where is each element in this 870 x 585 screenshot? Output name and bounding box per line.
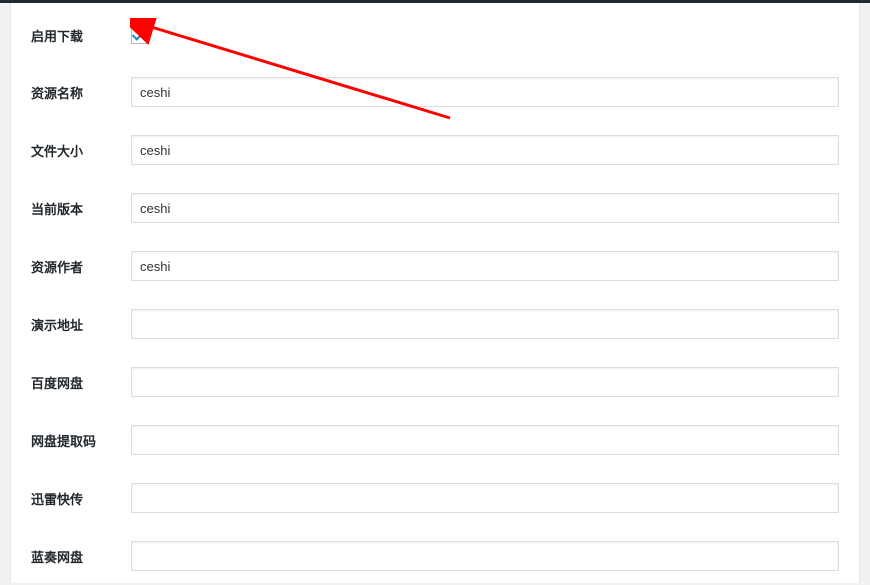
resource-name-label: 资源名称: [31, 83, 131, 102]
row-lanzou: 蓝奏网盘: [31, 527, 839, 585]
row-baidu-pan: 百度网盘: [31, 353, 839, 411]
xunlei-label: 迅雷快传: [31, 489, 131, 508]
row-xunlei: 迅雷快传: [31, 469, 839, 527]
pan-code-input[interactable]: [131, 425, 839, 455]
xunlei-input[interactable]: [131, 483, 839, 513]
row-current-version: 当前版本: [31, 179, 839, 237]
row-file-size: 文件大小: [31, 121, 839, 179]
file-size-input[interactable]: [131, 135, 839, 165]
row-pan-code: 网盘提取码: [31, 411, 839, 469]
lanzou-input[interactable]: [131, 541, 839, 571]
enable-download-checkbox[interactable]: [131, 28, 147, 44]
current-version-input[interactable]: [131, 193, 839, 223]
resource-name-input[interactable]: [131, 77, 839, 107]
file-size-label: 文件大小: [31, 141, 131, 160]
resource-author-label: 资源作者: [31, 257, 131, 276]
row-demo-url: 演示地址: [31, 295, 839, 353]
row-resource-author: 资源作者: [31, 237, 839, 295]
lanzou-label: 蓝奏网盘: [31, 547, 131, 566]
demo-url-input[interactable]: [131, 309, 839, 339]
row-enable-download: 启用下载: [31, 15, 839, 63]
enable-download-label: 启用下载: [31, 26, 131, 45]
current-version-label: 当前版本: [31, 199, 131, 218]
baidu-pan-input[interactable]: [131, 367, 839, 397]
demo-url-label: 演示地址: [31, 315, 131, 334]
resource-author-input[interactable]: [131, 251, 839, 281]
pan-code-label: 网盘提取码: [31, 431, 131, 450]
row-resource-name: 资源名称: [31, 63, 839, 121]
baidu-pan-label: 百度网盘: [31, 373, 131, 392]
form-container: 启用下载 资源名称 文件大小 当前版本 资源作者 演示地址 百度网盘 网盘提取码…: [10, 3, 860, 583]
